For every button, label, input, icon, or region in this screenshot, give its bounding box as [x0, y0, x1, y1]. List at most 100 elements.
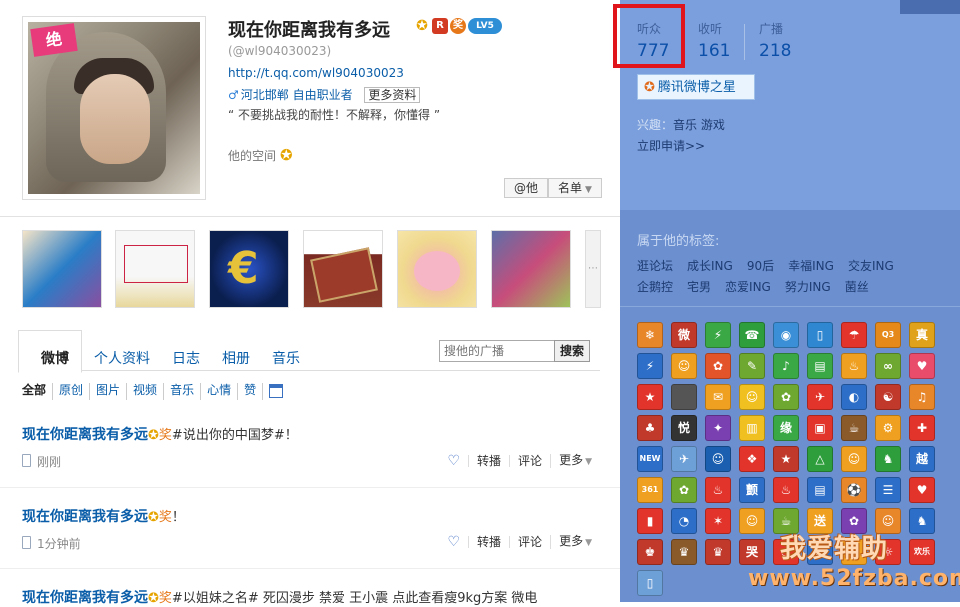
tag-item[interactable]: 逛论坛: [637, 256, 673, 277]
photo-thumb[interactable]: [115, 230, 195, 308]
tag-item[interactable]: 交友ING: [848, 256, 894, 277]
medal-icon[interactable]: ▯: [637, 570, 663, 596]
stat-value[interactable]: 218: [759, 41, 791, 61]
medal-icon[interactable]: ♞: [875, 446, 901, 472]
medal-icon[interactable]: 越: [909, 446, 935, 472]
stat-broadcasts[interactable]: 广播 218: [759, 20, 791, 61]
medal-icon[interactable]: ☺: [705, 446, 731, 472]
medal-icon[interactable]: ❄: [637, 322, 663, 348]
repost-button[interactable]: 转播: [468, 536, 509, 548]
medal-icon[interactable]: ✉: [705, 384, 731, 410]
tab-weibo[interactable]: 微博: [41, 348, 69, 368]
medal-icon[interactable]: [671, 384, 697, 410]
medal-icon[interactable]: ♛: [671, 539, 697, 565]
post-author[interactable]: 现在你距离我有多远: [22, 427, 148, 443]
more-info-link[interactable]: 更多资料: [364, 87, 421, 103]
medal-icon[interactable]: ☺: [739, 508, 765, 534]
medal-icon[interactable]: 欢乐: [909, 539, 935, 565]
like-icon[interactable]: ♡: [439, 535, 468, 549]
medal-icon[interactable]: ☂: [841, 322, 867, 348]
tag-item[interactable]: 宅男: [687, 277, 711, 298]
medal-icon[interactable]: ▯: [807, 322, 833, 348]
medal-icon[interactable]: ☰: [875, 477, 901, 503]
filter-images[interactable]: 图片: [89, 383, 126, 400]
level-badge-icon[interactable]: LV5: [468, 18, 502, 34]
medal-icon[interactable]: ☺: [739, 384, 765, 410]
medal-icon[interactable]: ⚡: [705, 322, 731, 348]
apply-link[interactable]: 立即申请>>: [637, 137, 705, 154]
tab-album[interactable]: 相册: [222, 348, 250, 368]
medal-icon[interactable]: ✿: [671, 477, 697, 503]
medal-icon[interactable]: ◉: [773, 322, 799, 348]
medal-icon[interactable]: ♨: [705, 477, 731, 503]
more-button[interactable]: 更多 ▼: [550, 535, 600, 549]
tag-item[interactable]: 恋爱ING: [725, 277, 771, 298]
filter-video[interactable]: 视频: [126, 383, 163, 400]
photo-thumb[interactable]: [22, 230, 102, 308]
medal-icon[interactable]: ♥: [909, 477, 935, 503]
medal-icon[interactable]: ▮: [637, 508, 663, 534]
medal-icon[interactable]: ✿: [705, 353, 731, 379]
tag-item[interactable]: 成长ING: [687, 256, 733, 277]
medal-icon[interactable]: ♞: [909, 508, 935, 534]
medal-icon[interactable]: 微: [671, 322, 697, 348]
medal-icon[interactable]: ▤: [807, 477, 833, 503]
location-link[interactable]: 河北邯郸 自由职业者: [241, 88, 353, 102]
filter-original[interactable]: 原创: [52, 383, 89, 400]
medal-icon[interactable]: ♣: [637, 415, 663, 441]
medal-icon[interactable]: ❖: [739, 446, 765, 472]
post-author[interactable]: 现在你距离我有多远: [22, 509, 148, 525]
stat-value[interactable]: 161: [698, 41, 730, 61]
medal-icon[interactable]: ♥: [909, 353, 935, 379]
medal-icon[interactable]: 悦: [671, 415, 697, 441]
filter-like[interactable]: 赞: [237, 383, 262, 400]
photo-thumb[interactable]: €: [209, 230, 289, 308]
photo-thumb[interactable]: [491, 230, 571, 308]
medal-icon[interactable]: NEW: [637, 446, 663, 472]
medal-icon[interactable]: ☺: [841, 446, 867, 472]
medal-icon[interactable]: ♨: [841, 353, 867, 379]
medal-icon[interactable]: △: [807, 446, 833, 472]
medal-icon[interactable]: ♛: [705, 539, 731, 565]
medal-icon[interactable]: ◐: [841, 384, 867, 410]
medal-icon[interactable]: ✦: [705, 415, 731, 441]
calendar-icon[interactable]: [262, 383, 289, 400]
medal-icon[interactable]: 颤: [739, 477, 765, 503]
rank-badge-icon[interactable]: R: [432, 18, 448, 34]
medal-icon[interactable]: ☺: [671, 353, 697, 379]
more-photos-button[interactable]: ⋯: [585, 230, 601, 308]
medal-icon[interactable]: ✿: [773, 384, 799, 410]
medal-icon[interactable]: ★: [773, 446, 799, 472]
medal-icon[interactable]: ∞: [875, 353, 901, 379]
medal-icon[interactable]: ▤: [807, 353, 833, 379]
star-icon[interactable]: ✪: [414, 18, 430, 34]
filter-music[interactable]: 音乐: [163, 383, 200, 400]
interest-link[interactable]: 音乐 游戏: [673, 118, 725, 132]
avatar-image[interactable]: 绝: [28, 22, 200, 194]
medal-icon[interactable]: 缘: [773, 415, 799, 441]
repost-button[interactable]: 转播: [468, 455, 509, 467]
medal-icon[interactable]: 361: [637, 477, 663, 503]
medal-icon[interactable]: ✎: [739, 353, 765, 379]
medal-icon[interactable]: ⚡: [637, 353, 663, 379]
medal-icon[interactable]: ♪: [773, 353, 799, 379]
tag-item[interactable]: 菌丝: [845, 277, 869, 298]
tag-item[interactable]: 企鹅控: [637, 277, 673, 298]
tag-item[interactable]: 幸福ING: [788, 256, 834, 277]
more-button[interactable]: 更多 ▼: [550, 454, 600, 468]
medal-icon[interactable]: ☎: [739, 322, 765, 348]
search-button[interactable]: 搜索: [554, 340, 590, 362]
stat-following[interactable]: 收听 161: [698, 20, 730, 61]
profile-url-link[interactable]: http://t.qq.com/wl904030023: [228, 66, 404, 80]
medal-icon[interactable]: ♫: [909, 384, 935, 410]
medal-icon[interactable]: ✈: [671, 446, 697, 472]
medal-icon[interactable]: ⚙: [875, 415, 901, 441]
medal-icon[interactable]: ⚽: [841, 477, 867, 503]
medal-icon[interactable]: Q3: [875, 322, 901, 348]
list-button[interactable]: 名单 ▼: [548, 178, 602, 198]
tab-profile[interactable]: 个人资料: [94, 348, 150, 368]
medal-icon[interactable]: ♨: [773, 477, 799, 503]
medal-icon[interactable]: ✶: [705, 508, 731, 534]
post-author[interactable]: 现在你距离我有多远: [22, 590, 148, 606]
tab-blog[interactable]: 日志: [172, 348, 200, 368]
